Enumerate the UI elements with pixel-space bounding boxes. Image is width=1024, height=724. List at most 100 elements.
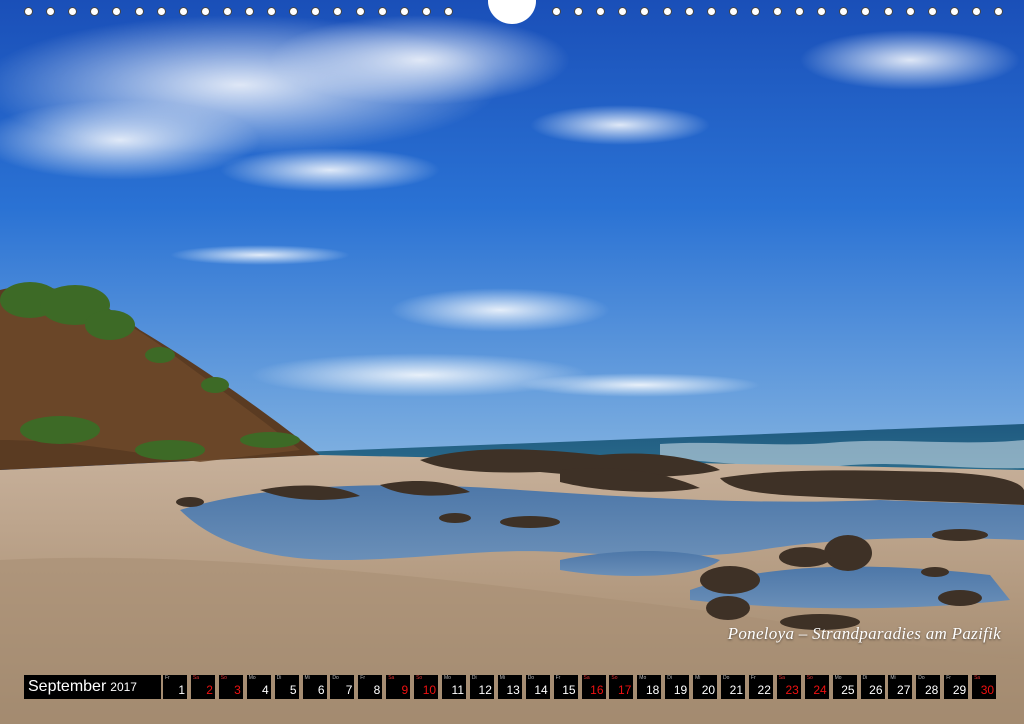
day-cell: Sa 30 xyxy=(972,675,997,699)
hanger-cutout xyxy=(488,0,536,24)
day-number: 8 xyxy=(373,683,381,697)
weekday-label: Fr xyxy=(555,675,561,681)
day-number: 20 xyxy=(701,683,716,697)
day-number: 15 xyxy=(562,683,576,697)
day-number: 29 xyxy=(952,683,967,697)
weekday-label: Mo xyxy=(248,675,256,681)
day-number: 3 xyxy=(234,683,241,697)
day-cell: Mi 6 xyxy=(302,675,327,699)
day-cell: Mi 13 xyxy=(497,675,522,699)
day-number: 12 xyxy=(478,683,492,697)
binding-hole xyxy=(773,7,782,16)
weekday-label: Do xyxy=(918,675,925,681)
day-number: 2 xyxy=(206,683,213,697)
day-cell: Mi 20 xyxy=(693,675,718,699)
day-cell: Sa 2 xyxy=(190,675,215,699)
day-number: 7 xyxy=(345,683,353,697)
binding-hole xyxy=(574,7,583,16)
day-number: 9 xyxy=(401,683,409,697)
weekday-label: Di xyxy=(471,675,477,681)
day-cell: Mi 27 xyxy=(888,675,913,699)
day-number: 16 xyxy=(590,683,604,697)
photo-caption: Poneloya – Strandparadies am Pazifik xyxy=(727,624,1001,643)
binding-hole xyxy=(245,7,254,16)
weekday-label: Mo xyxy=(444,675,451,681)
binding-hole xyxy=(289,7,298,16)
weekday-label: Fr xyxy=(750,675,756,681)
day-cell: Mo 4 xyxy=(246,675,271,699)
binding-hole xyxy=(400,7,409,16)
binding-hole xyxy=(640,7,649,16)
day-number: 1 xyxy=(178,683,185,697)
day-cell: Do 14 xyxy=(525,675,550,699)
binding-hole xyxy=(223,7,232,16)
binding-hole xyxy=(707,7,716,16)
binding-hole xyxy=(596,7,605,16)
binding-holes xyxy=(0,0,1024,24)
day-cell: Sa 16 xyxy=(581,675,606,699)
day-number: 5 xyxy=(289,683,297,697)
binding-hole xyxy=(618,7,627,16)
binding-hole xyxy=(444,7,453,16)
day-number: 11 xyxy=(451,683,464,697)
binding-hole xyxy=(972,7,981,16)
binding-hole xyxy=(112,7,121,16)
binding-hole xyxy=(950,7,959,16)
weekday-label: Mi xyxy=(695,675,701,681)
weekday-label: Do xyxy=(723,675,730,681)
weekday-label: Sa xyxy=(388,675,395,681)
weekday-label: Di xyxy=(862,675,868,681)
day-cell: Sa 23 xyxy=(776,675,801,699)
day-cell: Do 28 xyxy=(916,675,941,699)
binding-hole xyxy=(68,7,77,16)
binding-hole xyxy=(46,7,55,16)
day-number: 24 xyxy=(813,683,827,697)
beach-photo xyxy=(0,0,1024,724)
day-number: 14 xyxy=(534,683,548,697)
day-cell: Di 19 xyxy=(665,675,690,699)
binding-hole xyxy=(311,7,320,16)
binding-hole xyxy=(884,7,893,16)
day-number: 23 xyxy=(785,683,799,697)
day-number: 19 xyxy=(673,683,688,697)
weekday-label: Fr xyxy=(946,675,951,681)
binding-hole xyxy=(817,7,826,16)
weekday-label: Sa xyxy=(778,675,785,681)
weekday-label: So xyxy=(806,675,813,681)
day-cell: Fr 15 xyxy=(553,675,578,699)
binding-hole xyxy=(861,7,870,16)
binding-hole xyxy=(378,7,387,16)
day-number: 30 xyxy=(980,683,995,697)
month-label: September 2017 xyxy=(24,675,161,699)
weekday-label: Sa xyxy=(192,675,200,681)
day-cell: Fr 29 xyxy=(944,675,969,699)
day-number: 25 xyxy=(841,683,855,697)
month-name: September xyxy=(28,678,107,695)
weekday-label: Di xyxy=(667,675,672,681)
weekday-label: Mi xyxy=(890,675,896,681)
weekday-label: Mo xyxy=(639,675,647,681)
weekday-label: Fr xyxy=(360,675,366,681)
day-cell: Do 7 xyxy=(330,675,355,699)
binding-hole xyxy=(795,7,804,16)
binding-hole xyxy=(201,7,210,16)
day-number: 22 xyxy=(757,683,771,697)
binding-hole xyxy=(928,7,937,16)
binding-hole xyxy=(906,7,915,16)
day-cell: Mo 25 xyxy=(832,675,857,699)
binding-hole xyxy=(157,7,166,16)
binding-hole xyxy=(839,7,848,16)
binding-hole xyxy=(422,7,431,16)
day-cell: Di 26 xyxy=(860,675,885,699)
calendar-strip: September 2017 Fr 1 Sa 2 So 3 Mo 4 Di 5 Mi 6 Do 7 Fr 8 Sa… xyxy=(24,675,1000,699)
day-number: 4 xyxy=(262,683,269,697)
day-cell: Di 12 xyxy=(469,675,494,699)
weekday-label: Fr xyxy=(165,675,170,681)
day-cell: So 3 xyxy=(218,675,243,699)
binding-hole xyxy=(135,7,144,16)
binding-hole xyxy=(267,7,276,16)
binding-hole xyxy=(333,7,342,16)
weekday-label: Do xyxy=(527,675,535,681)
day-cell: Di 5 xyxy=(274,675,299,699)
weekday-label: Sa xyxy=(974,675,981,681)
